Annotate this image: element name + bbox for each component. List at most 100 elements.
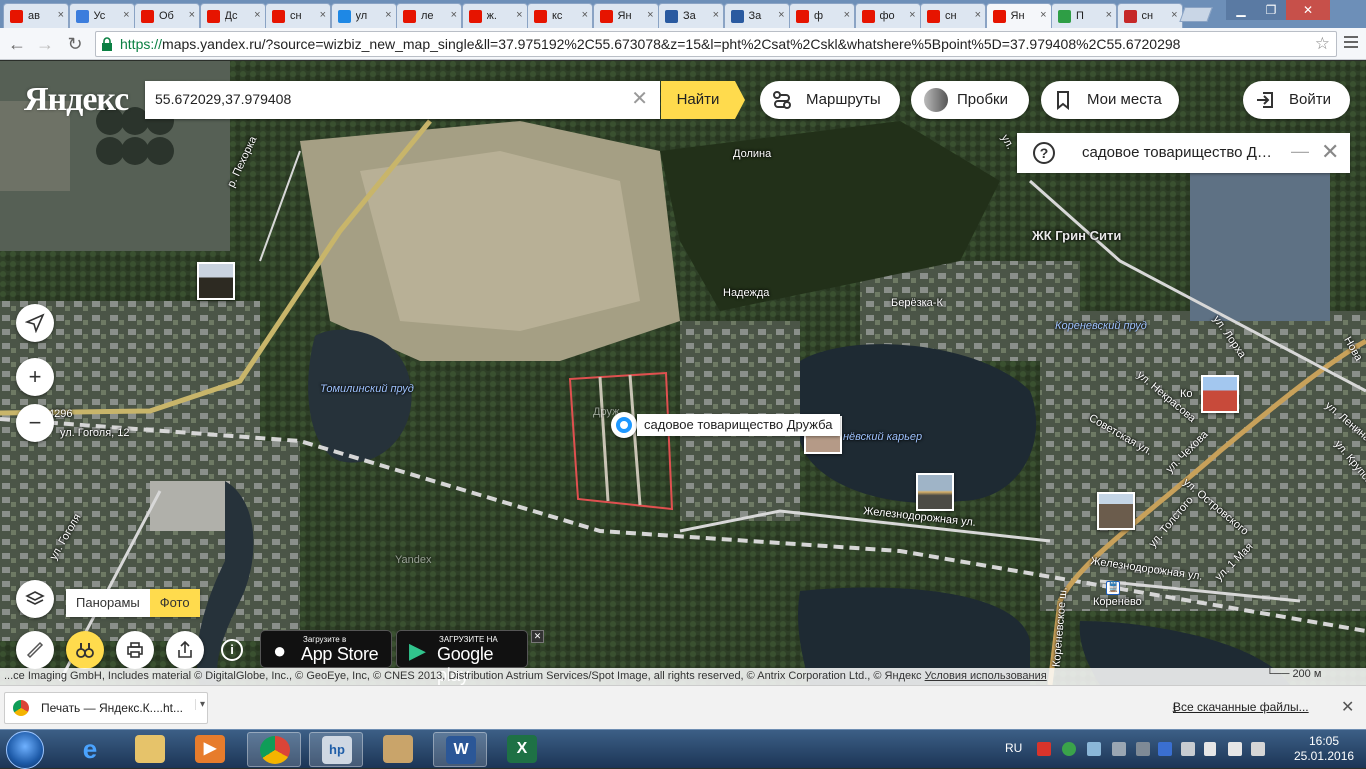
back-arrow-icon[interactable]: ← (6, 33, 28, 55)
hp-icon[interactable]: hp (309, 732, 363, 767)
address-bar[interactable]: https://maps.yandex.ru/?source=wizbiz_ne… (95, 31, 1337, 57)
tab-close-icon[interactable]: × (1106, 9, 1112, 21)
browser-tab[interactable]: ул × (330, 3, 397, 28)
close-icon[interactable]: ✕ (1341, 697, 1354, 717)
word-icon[interactable]: W (433, 732, 487, 767)
clock[interactable]: 16:05 25.01.2016 (1294, 734, 1354, 764)
browser-tab[interactable]: Ян × (592, 3, 659, 28)
volume-tray-icon[interactable] (1228, 742, 1242, 756)
search-button[interactable]: Найти (661, 81, 745, 119)
download-item[interactable]: Печать — Яндекс.К....ht... ▾ (4, 692, 208, 724)
tab-photo[interactable]: Фото (149, 589, 200, 617)
browser-tab[interactable]: сн × (1116, 3, 1183, 28)
photo-thumbnail[interactable] (1097, 492, 1135, 530)
acrobat-tray-icon[interactable] (1037, 742, 1051, 756)
browser-tab[interactable]: ав × (3, 3, 69, 28)
close-icon[interactable]: ✕ (1321, 139, 1339, 165)
start-button[interactable] (6, 731, 44, 769)
device-tray-icon[interactable] (1112, 742, 1126, 756)
flag-tray-icon[interactable] (1251, 742, 1265, 756)
tab-close-icon[interactable]: × (582, 9, 588, 21)
browser-tab[interactable]: Об × (134, 3, 200, 28)
tab-close-icon[interactable]: × (385, 9, 391, 21)
tab-close-icon[interactable]: × (123, 9, 129, 21)
browser-tab[interactable]: сн × (920, 3, 986, 28)
network-tray-icon[interactable] (1087, 742, 1101, 756)
zoom-out-button[interactable]: − (16, 404, 54, 442)
scanner-icon[interactable] (371, 732, 425, 767)
bookmark-star-icon[interactable]: ☆ (1315, 34, 1330, 54)
appstore-button[interactable]: ● Загрузите в App Store (260, 630, 392, 668)
photo-thumbnail[interactable] (916, 473, 954, 511)
browser-tab[interactable]: ф × (789, 3, 855, 28)
satellite-map[interactable]: Долина ЖК Грин Сити Надежда Берёзка-К Ко… (0, 61, 1366, 685)
photo-thumbnail[interactable] (1201, 375, 1239, 413)
whats-here-panel[interactable]: ? садовое товарищество Д… — ✕ (1017, 133, 1350, 173)
my-places-button[interactable]: Мои места (1041, 81, 1179, 119)
terms-link[interactable]: Условия использования (925, 670, 1047, 682)
tab-close-icon[interactable]: × (254, 9, 260, 21)
share-button[interactable] (166, 631, 204, 669)
tab-close-icon[interactable]: × (778, 9, 784, 21)
tab-close-icon[interactable]: × (320, 9, 326, 21)
tab-close-icon[interactable]: × (844, 9, 850, 21)
show-all-downloads-link[interactable]: Все скачанные файлы... (1173, 700, 1309, 714)
action-center-tray-icon[interactable] (1181, 742, 1195, 756)
zoom-in-button[interactable]: + (16, 358, 54, 396)
tab-panoramas[interactable]: Панорамы (66, 589, 150, 617)
browser-tab[interactable]: Ус × (68, 3, 135, 28)
geolocation-button[interactable] (16, 304, 54, 342)
tab-close-icon[interactable]: × (58, 9, 64, 21)
tab-close-icon[interactable]: × (1171, 9, 1177, 21)
collapse-icon[interactable]: — (1291, 141, 1309, 162)
clear-icon[interactable]: ✕ (631, 89, 648, 109)
chrome-taskbar-icon[interactable] (247, 732, 301, 767)
browser-tab[interactable]: кс × (527, 3, 593, 28)
browser-tab[interactable]: Ян × (985, 3, 1052, 28)
yandex-logo[interactable]: Яндекс (24, 81, 129, 119)
bluetooth-tray-icon[interactable] (1158, 742, 1172, 756)
tab-close-icon[interactable]: × (713, 9, 719, 21)
tab-close-icon[interactable]: × (451, 9, 457, 21)
new-tab-button[interactable] (1179, 7, 1213, 22)
excel-icon[interactable]: X (495, 732, 549, 767)
map-pin[interactable] (611, 412, 637, 438)
tab-close-icon[interactable]: × (909, 9, 915, 21)
print-button[interactable] (116, 631, 154, 669)
close-apps-icon[interactable]: ✕ (531, 630, 544, 643)
search-input[interactable] (155, 91, 625, 107)
browser-tab[interactable]: За × (658, 3, 724, 28)
close-window-button[interactable]: ✕ (1286, 0, 1330, 20)
browser-tab[interactable]: сн × (265, 3, 331, 28)
layers-button[interactable] (16, 580, 54, 618)
tab-close-icon[interactable]: × (975, 9, 981, 21)
train-station-icon[interactable]: 🚆 (1106, 581, 1120, 595)
signal-tray-icon[interactable] (1204, 742, 1216, 756)
login-button[interactable]: Войти (1243, 81, 1350, 119)
tab-close-icon[interactable]: × (1040, 9, 1046, 21)
browser-tab[interactable]: П × (1051, 3, 1117, 28)
tab-close-icon[interactable]: × (189, 9, 195, 21)
ie-icon[interactable]: e (63, 732, 117, 767)
tab-close-icon[interactable]: × (647, 9, 653, 21)
printer-tray-icon[interactable] (1136, 742, 1150, 756)
panorama-man-button[interactable] (66, 631, 104, 669)
browser-tab[interactable]: ле × (396, 3, 462, 28)
ruler-button[interactable] (16, 631, 54, 669)
reload-icon[interactable]: ↻ (64, 33, 86, 55)
chrome-menu-icon[interactable] (1344, 36, 1358, 52)
language-indicator[interactable]: RU (1005, 741, 1022, 755)
sync-tray-icon[interactable] (1062, 742, 1076, 756)
map-pin-label[interactable]: садовое товарищество Дружба (637, 414, 840, 436)
explorer-folder-icon[interactable] (123, 732, 177, 767)
media-player-icon[interactable]: ▶ (183, 732, 237, 767)
tab-close-icon[interactable]: × (516, 9, 522, 21)
traffic-button[interactable]: Пробки (911, 81, 1029, 119)
maximize-button[interactable]: ❐ (1256, 0, 1286, 20)
browser-tab[interactable]: Дс × (199, 3, 266, 28)
info-icon[interactable]: i (221, 639, 243, 661)
minimize-button[interactable]: ▁ (1226, 0, 1256, 20)
forward-arrow-icon[interactable]: → (34, 33, 56, 55)
photo-thumbnail[interactable] (197, 262, 235, 300)
routes-button[interactable]: Маршруты (760, 81, 900, 119)
